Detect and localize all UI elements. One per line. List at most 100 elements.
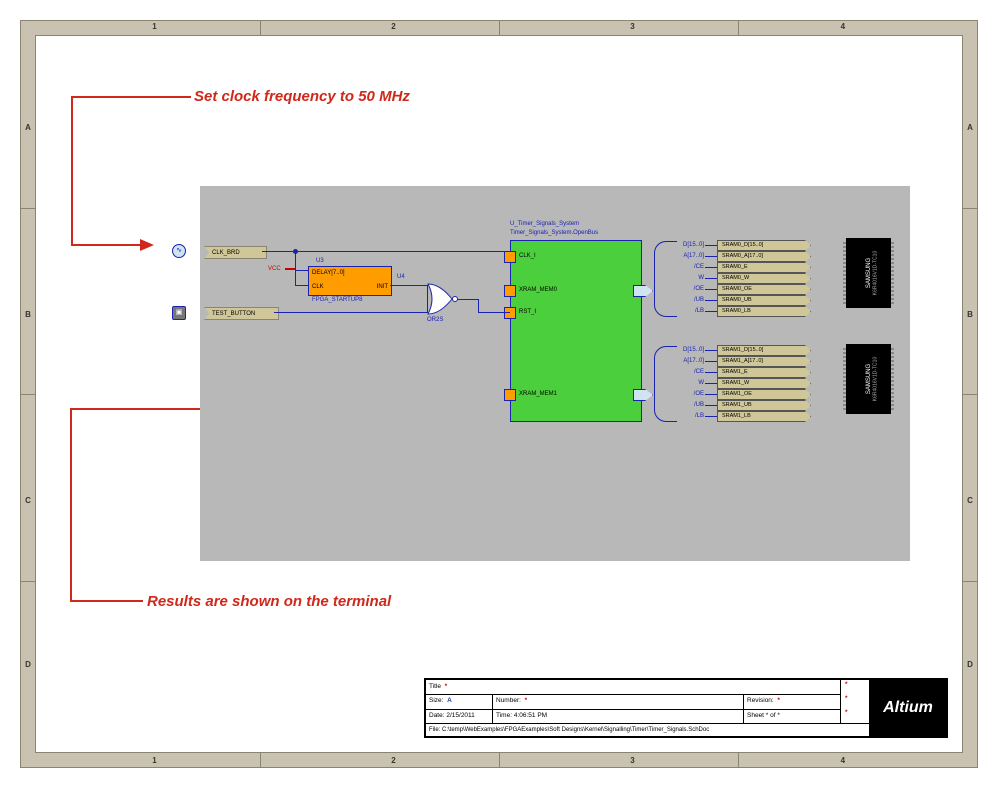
- u3-label: U3: [316, 258, 324, 264]
- system-block[interactable]: CLK_I XRAM_MEM0 RST_I XRAM_MEM1: [510, 240, 642, 422]
- bus0-a: A[17..0]: [670, 253, 704, 259]
- title-block: Title * * * * Altium Size: A Number: * R…: [424, 678, 948, 738]
- logo-text: Altium: [883, 699, 933, 716]
- system-designator: U_Timer_Signals_System: [510, 221, 579, 227]
- pin-xram1[interactable]: [504, 389, 516, 401]
- init-pin-label: INIT: [377, 284, 388, 290]
- sig-sram0-ub[interactable]: SRAM0_UB: [717, 295, 811, 306]
- fpga-footprint: FPGA_STARTUP8: [312, 297, 362, 303]
- bus1-d: D[15..0]: [670, 347, 704, 353]
- annotation-top-point: [71, 244, 141, 246]
- sig-sram0-w[interactable]: SRAM0_W: [717, 273, 811, 284]
- tb-file: C:\temp\WebExamples\FPGAExamples\Soft De…: [442, 727, 709, 733]
- pin-rst-i-label: RST_I: [519, 309, 536, 315]
- or-name: OR2S: [427, 317, 443, 323]
- port-test-button-label: TEST_BUTTON: [208, 311, 255, 317]
- tb-time-key: Time:: [496, 712, 512, 719]
- annotation-top-stem: [71, 96, 73, 246]
- tb-date-key: Date:: [429, 712, 445, 719]
- or-in-join: [427, 285, 428, 313]
- pin-xram0[interactable]: [504, 285, 516, 297]
- bus1-a: A[17..0]: [670, 358, 704, 364]
- tb-time: 4:06:51 PM: [514, 712, 547, 719]
- pin-xram1-label: XRAM_MEM1: [519, 391, 557, 397]
- pin-clk-i-label: CLK_I: [519, 253, 536, 259]
- tb-rev-key: Revision:: [747, 697, 774, 704]
- sig-sram1-ub[interactable]: SRAM1_UB: [717, 400, 811, 411]
- sig-sram1-e[interactable]: SRAM1_E: [717, 367, 811, 378]
- wire-rst-2: [478, 299, 479, 312]
- wire-delay: [295, 270, 308, 271]
- tb-date: 2/15/2011: [446, 712, 474, 719]
- bus1-ub: /UB: [670, 402, 704, 408]
- annotation-top-arrow-icon: [140, 239, 154, 251]
- chip1-maker: SAMSUNG: [866, 364, 872, 394]
- zone-row-a-right: A: [965, 35, 975, 222]
- bus0-ub: /UB: [670, 297, 704, 303]
- sig-sram0-d[interactable]: SRAM0_D[15..0]: [717, 240, 811, 251]
- tb-sheet: Sheet * of *: [747, 712, 780, 719]
- zone-col-4-top: 4: [723, 23, 962, 31]
- zone-col-1-top: 1: [35, 23, 274, 31]
- annotation-bot-lead: [70, 600, 143, 602]
- zone-col-2-bot: 2: [274, 757, 513, 765]
- pin-xram0-label: XRAM_MEM0: [519, 287, 557, 293]
- wire-testbtn: [274, 312, 427, 313]
- chip1-part: K6R4016V1D-TC10: [874, 357, 879, 401]
- port-test-button[interactable]: TEST_BUTTON: [204, 307, 279, 320]
- u4-label: U4: [397, 274, 405, 280]
- fpga-startup-block[interactable]: DELAY[7..0] CLK INIT: [308, 266, 392, 296]
- clk-pin-label: CLK: [312, 284, 324, 290]
- wire-clkin: [295, 285, 308, 286]
- wire-rst-1: [458, 299, 478, 300]
- debug-probe-icon[interactable]: ▣: [172, 306, 186, 320]
- sig-sram1-w[interactable]: SRAM1_W: [717, 378, 811, 389]
- bus1-ce: /CE: [670, 369, 704, 375]
- bus0-w: W: [670, 275, 704, 281]
- zone-row-c-right: C: [965, 408, 975, 595]
- tb-size: A: [447, 697, 452, 704]
- memory-chip-0[interactable]: SAMSUNG K6R4016V1D-TC10: [846, 238, 891, 308]
- sig-sram1-d[interactable]: SRAM1_D[15..0]: [717, 345, 811, 356]
- annotation-bot-stem: [70, 408, 72, 602]
- bus0-lb: /LB: [670, 308, 704, 314]
- tb-size-key: Size:: [429, 697, 443, 704]
- sig-sram1-a[interactable]: SRAM1_A[17..0]: [717, 356, 811, 367]
- wire-clk-drop: [295, 251, 296, 285]
- bus-out-0[interactable]: [633, 285, 653, 297]
- wire-clk: [262, 251, 510, 252]
- pin-rst-i[interactable]: [504, 307, 516, 319]
- zone-col-3-top: 3: [513, 23, 752, 31]
- vcc-label: VCC: [268, 266, 281, 272]
- zone-row-c-left: C: [23, 408, 33, 595]
- zone-col-3-bot: 3: [513, 757, 752, 765]
- zone-col-1-bot: 1: [35, 757, 274, 765]
- sig-sram0-lb[interactable]: SRAM0_LB: [717, 306, 811, 317]
- sig-sram0-a[interactable]: SRAM0_A[17..0]: [717, 251, 811, 262]
- sig-sram1-lb[interactable]: SRAM1_LB: [717, 411, 811, 422]
- pin-clk-i[interactable]: [504, 251, 516, 263]
- memory-chip-1[interactable]: SAMSUNG K6R4016V1D-TC10: [846, 344, 891, 414]
- zone-col-4-bot: 4: [723, 757, 962, 765]
- schematic-area[interactable]: U_Timer_Signals_System Timer_Signals_Sys…: [200, 186, 910, 561]
- wire-init: [390, 285, 428, 286]
- port-clk-brd-label: CLK_BRD: [208, 250, 240, 256]
- zone-col-2-top: 2: [274, 23, 513, 31]
- annotation-bottom: Results are shown on the terminal: [147, 593, 391, 611]
- chip0-part: K6R4016V1D-TC10: [874, 251, 879, 295]
- sig-sram0-e[interactable]: SRAM0_E: [717, 262, 811, 273]
- delay-pin-label: DELAY[7..0]: [312, 270, 345, 276]
- port-clk-brd[interactable]: CLK_BRD: [204, 246, 267, 259]
- bus0-d: D[15..0]: [670, 242, 704, 248]
- chip0-maker: SAMSUNG: [866, 258, 872, 288]
- sig-sram0-oe[interactable]: SRAM0_OE: [717, 284, 811, 295]
- zone-row-d-right: D: [965, 572, 975, 759]
- bus1-oe: /OE: [670, 391, 704, 397]
- tb-file-key: File:: [429, 727, 440, 733]
- bus1-w: W: [670, 380, 704, 386]
- tb-title-key: Title: [429, 683, 441, 690]
- frequency-generator-icon[interactable]: ∿: [172, 244, 186, 258]
- vcc-bar-icon: [285, 268, 295, 275]
- sig-sram1-oe[interactable]: SRAM1_OE: [717, 389, 811, 400]
- bus-out-1[interactable]: [633, 389, 653, 401]
